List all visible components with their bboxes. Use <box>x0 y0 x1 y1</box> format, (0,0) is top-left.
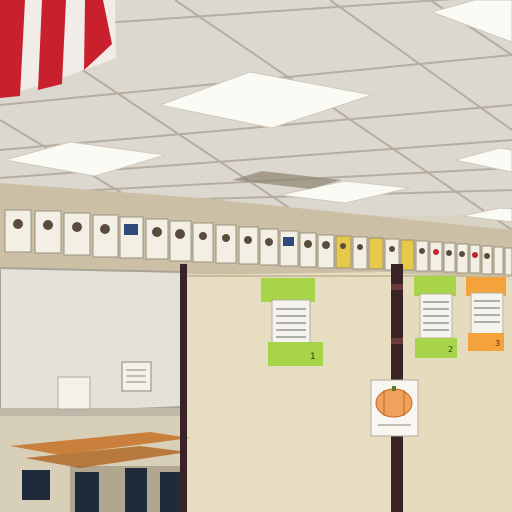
sticky-note <box>414 276 456 296</box>
note-number: 3 <box>495 339 500 348</box>
partition-pole-left <box>180 264 187 512</box>
pumpkin-icon <box>375 388 413 418</box>
classroom-scene: 1 2 3 <box>0 0 512 512</box>
note-number: 1 <box>310 352 316 362</box>
pumpkin-poster <box>370 379 419 437</box>
paper-on-board <box>57 376 91 410</box>
whiteboard <box>0 266 183 417</box>
whiteboard-tray <box>0 408 183 416</box>
note-number: 2 <box>448 345 453 354</box>
sticky-note <box>261 278 315 302</box>
classroom-photo: 1 2 3 <box>0 0 512 512</box>
